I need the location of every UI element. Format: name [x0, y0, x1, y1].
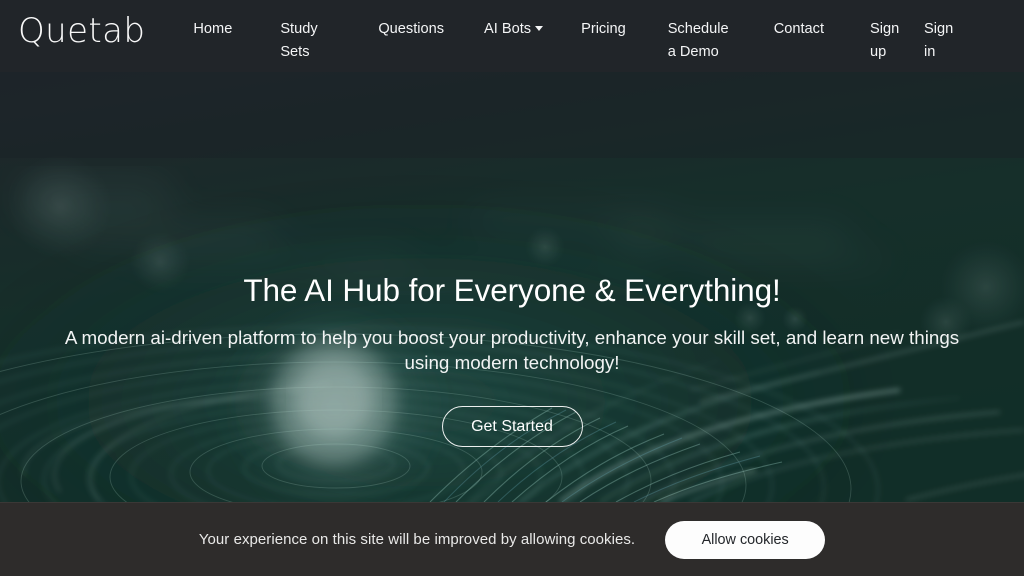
allow-cookies-button[interactable]: Allow cookies: [665, 520, 826, 559]
hero-subtitle: A modern ai-driven platform to help you …: [64, 327, 960, 373]
nav-item-sign-up[interactable]: Sign up: [858, 18, 902, 64]
nav-menu: Home Study Sets Questions AI Bots Pricin…: [181, 18, 1010, 64]
nav-item-schedule-a-demo[interactable]: Schedule a Demo: [656, 18, 746, 64]
nav-item-pricing[interactable]: Pricing: [569, 18, 638, 41]
nav-item-home[interactable]: Home: [181, 18, 244, 41]
chevron-down-icon: [535, 26, 544, 31]
nav-item-questions[interactable]: Questions: [366, 18, 456, 41]
brand-logo[interactable]: Quetab: [18, 13, 145, 49]
nav-item-study-sets[interactable]: Study Sets: [268, 18, 346, 64]
nav-item-sign-in[interactable]: Sign in: [912, 18, 953, 64]
main-navbar: Quetab Home Study Sets Questions AI Bots…: [0, 0, 1024, 72]
page-root: Quetab Home Study Sets Questions AI Bots…: [0, 0, 1024, 576]
cookie-consent-banner: Your experience on this site will be imp…: [0, 502, 1024, 576]
hero-content: The AI Hub for Everyone & Everything! A …: [0, 72, 1024, 502]
hero-section: The AI Hub for Everyone & Everything! A …: [0, 72, 1024, 502]
hero-title: The AI Hub for Everyone & Everything!: [243, 272, 781, 308]
nav-item-contact[interactable]: Contact: [762, 18, 836, 41]
nav-item-label: AI Bots: [484, 21, 532, 37]
get-started-button[interactable]: Get Started: [441, 406, 583, 447]
nav-item-ai-bots[interactable]: AI Bots: [472, 18, 555, 41]
cookie-consent-message: Your experience on this site will be imp…: [198, 530, 636, 548]
